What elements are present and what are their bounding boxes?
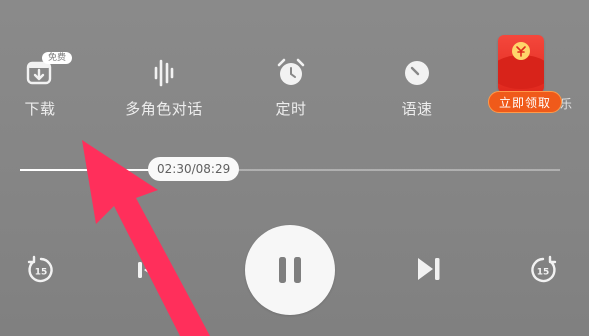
multi-role-dialogue-label: 多角色对话 (125, 100, 203, 118)
sleep-timer-label: 定时 (275, 100, 307, 118)
previous-track-icon (138, 262, 156, 278)
forward-15-button[interactable]: 15 (526, 253, 560, 291)
rewind-15-icon: 15 (27, 255, 53, 283)
download-label: 下载 (24, 100, 56, 118)
pause-icon (279, 257, 301, 283)
sleep-timer-button[interactable]: 定时 (236, 50, 346, 120)
claim-now-button[interactable]: 立即领取 (488, 91, 562, 113)
forward-seconds-text: 15 (537, 268, 550, 278)
playback-controls: 15 15 (0, 225, 589, 315)
rewind-seconds-text: 15 (35, 268, 48, 278)
free-badge: 免费 (42, 52, 73, 64)
playback-speed-button[interactable]: 语速 (362, 50, 472, 120)
red-envelope-promo[interactable]: 音乐 立即领取 (488, 35, 572, 113)
multi-role-dialogue-button[interactable]: 多角色对话 (109, 50, 219, 120)
rewind-15-button[interactable]: 15 (24, 253, 58, 291)
progress-bar[interactable] (20, 169, 560, 171)
time-display[interactable]: 02:30/08:29 (148, 157, 240, 181)
download-button[interactable]: 免费 下载 (0, 50, 95, 120)
playback-speed-label: 语速 (401, 100, 433, 118)
red-envelope-icon (498, 35, 544, 93)
waveform-icon (144, 54, 184, 90)
next-track-icon (418, 258, 440, 280)
download-icon: 免费 (20, 52, 73, 90)
next-track-button[interactable] (414, 253, 444, 289)
forward-15-icon: 15 (531, 255, 557, 283)
speed-gauge-icon (397, 54, 437, 90)
pause-button[interactable] (245, 225, 335, 315)
previous-track-button[interactable] (132, 255, 160, 289)
alarm-clock-icon (271, 54, 311, 90)
